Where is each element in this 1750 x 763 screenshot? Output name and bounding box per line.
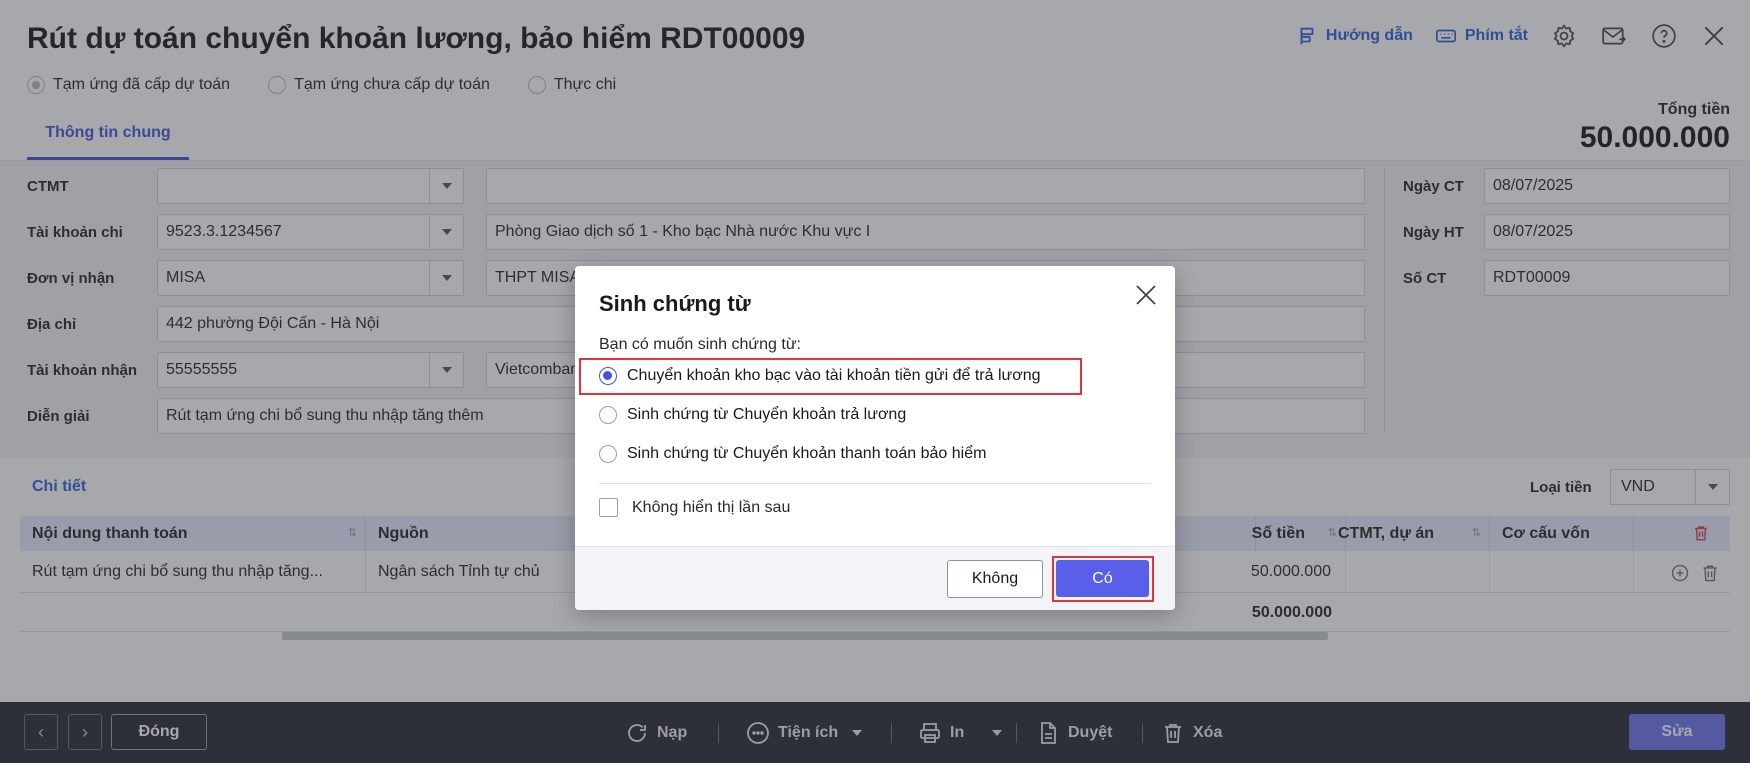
dialog-question: Bạn có muốn sinh chứng từ: (599, 336, 801, 353)
close-icon[interactable] (1131, 280, 1161, 310)
radio[interactable] (599, 445, 617, 463)
highlight-annotation: Có (1052, 556, 1154, 602)
dont-show-label: Không hiển thị lần sau (632, 498, 791, 516)
dialog-title: Sinh chứng từ (599, 291, 751, 316)
option-label: Chuyển khoản kho bạc vào tài khoản tiền … (627, 367, 1041, 384)
radio-selected[interactable] (599, 367, 617, 385)
option-label: Sinh chứng từ Chuyển khoản thanh toán bả… (627, 445, 987, 462)
checkbox[interactable] (599, 498, 618, 517)
option-treasury-transfer[interactable]: Chuyển khoản kho bạc vào tài khoản tiền … (599, 367, 1041, 385)
dont-show-again[interactable]: Không hiển thị lần sau (599, 498, 790, 517)
dialog-footer: Không Có (575, 546, 1175, 610)
voucher-window: Rút dự toán chuyển khoản lương, bảo hiểm… (0, 0, 1750, 763)
option-insurance-transfer[interactable]: Sinh chứng từ Chuyển khoản thanh toán bả… (599, 445, 986, 463)
option-label: Sinh chứng từ Chuyển khoản trả lương (627, 406, 907, 423)
yes-button[interactable]: Có (1056, 560, 1149, 597)
radio[interactable] (599, 406, 617, 424)
no-button[interactable]: Không (947, 560, 1043, 598)
generate-voucher-dialog: Sinh chứng từ Bạn có muốn sinh chứng từ:… (575, 266, 1175, 610)
dialog-divider (599, 483, 1151, 484)
option-salary-transfer[interactable]: Sinh chứng từ Chuyển khoản trả lương (599, 406, 906, 424)
